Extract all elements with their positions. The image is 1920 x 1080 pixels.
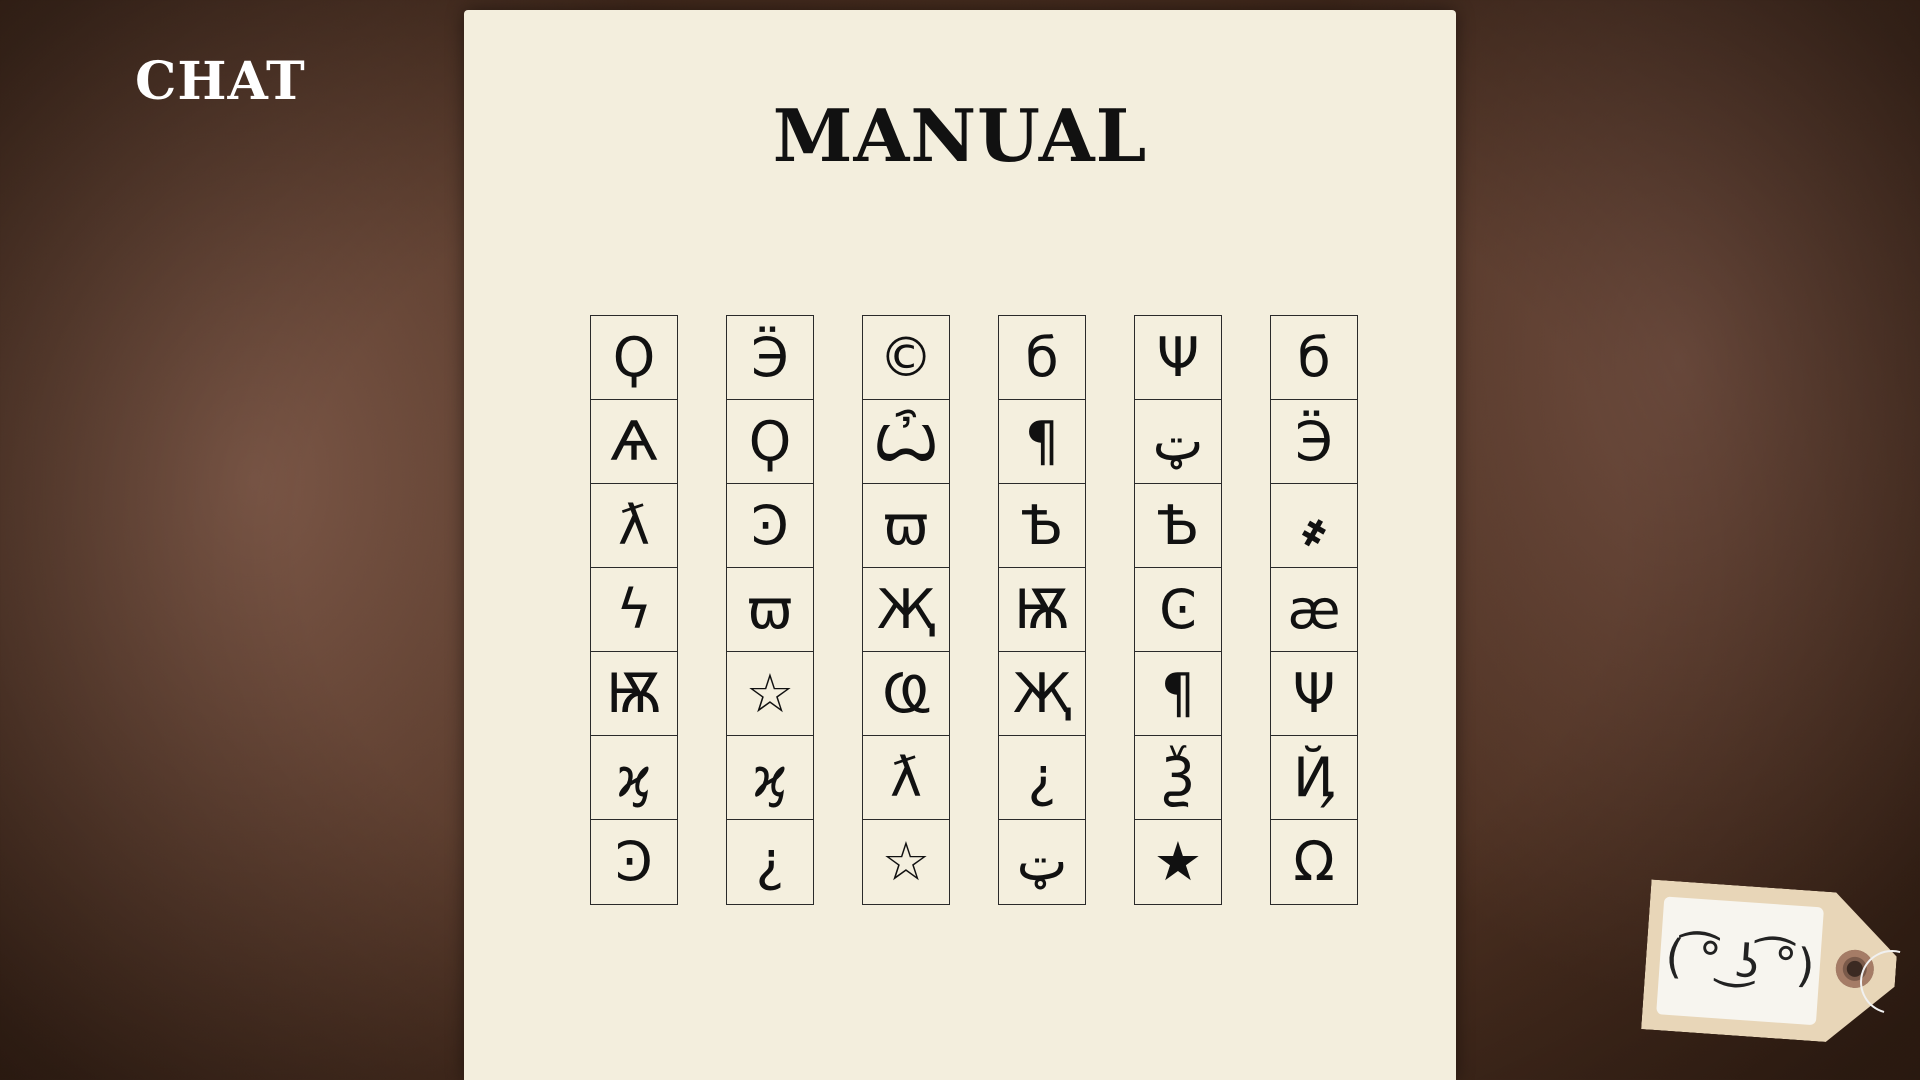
symbol-cell: ¶	[999, 400, 1085, 484]
symbol-cell: ϗ	[727, 736, 813, 820]
symbol-cell: ϟ	[591, 568, 677, 652]
symbol-column-5: Ψ ټ Ѣ Ͼ ¶ Ѯ ★	[1134, 315, 1222, 905]
symbol-cell: ¿	[755, 830, 785, 893]
lenny-face: ( ͡° ͜ʖ ͡°)	[1656, 896, 1824, 1026]
symbol-cell: ★	[1153, 830, 1203, 893]
symbol-cell: Ѯ	[1135, 736, 1221, 820]
symbol-cell: Ҩ	[863, 652, 949, 736]
symbol-column-2: Ӭ Ϙ Ͽ ϖ ☆ ϗ ¿	[726, 315, 814, 905]
symbol-cell: Ϙ	[591, 316, 677, 400]
symbol-column-3: © Ѽ ϖ Җ Ҩ ƛ ☆	[862, 315, 950, 905]
symbol-cell: æ	[1271, 568, 1357, 652]
symbol-cell: ¿	[999, 736, 1085, 820]
symbol-cell: ƛ	[863, 736, 949, 820]
symbol-cell: Җ	[863, 568, 949, 652]
symbol-cell: Ӭ	[1271, 400, 1357, 484]
symbol-cell: Ψ	[1271, 652, 1357, 736]
symbol-cell: б	[1271, 316, 1357, 400]
symbol-column-4: б ¶ Ѣ Ѭ Җ ¿ ټ	[998, 315, 1086, 905]
symbol-cell: Ҋ	[1271, 736, 1357, 820]
lenny-tag[interactable]: ( ͡° ͜ʖ ͡°)	[1641, 879, 1901, 1046]
chat-button[interactable]: CHAT	[135, 56, 306, 108]
symbol-cell: ϖ	[727, 568, 813, 652]
symbol-cell: ƛ	[591, 484, 677, 568]
symbol-cell: Ω	[1293, 830, 1335, 893]
symbol-cell: ☆	[727, 652, 813, 736]
symbol-cell: Ͽ	[615, 830, 653, 893]
symbol-column-6: б Ӭ ҂ æ Ψ Ҋ Ω	[1270, 315, 1358, 905]
symbol-cell: ϖ	[863, 484, 949, 568]
symbol-cell: Ѭ	[999, 568, 1085, 652]
symbol-cell: Ѭ	[591, 652, 677, 736]
symbol-cell: Ѽ	[863, 400, 949, 484]
symbol-cell: ϗ	[591, 736, 677, 820]
symbol-cell: Җ	[999, 652, 1085, 736]
symbol-cell: ©	[863, 316, 949, 400]
symbol-cell: Ѧ	[591, 400, 677, 484]
symbol-column-1: Ϙ Ѧ ƛ ϟ Ѭ ϗ Ͽ	[590, 315, 678, 905]
symbol-cell: Ͽ	[727, 484, 813, 568]
symbol-cell: ټ	[1016, 830, 1068, 893]
manual-title: MANUAL	[772, 93, 1148, 178]
symbol-cell: ҂	[1271, 484, 1357, 568]
symbol-cell: ټ	[1135, 400, 1221, 484]
symbol-cell: Ψ	[1135, 316, 1221, 400]
symbol-cell: б	[999, 316, 1085, 400]
symbol-cell: Ѣ	[1135, 484, 1221, 568]
symbol-cell: ¶	[1135, 652, 1221, 736]
symbol-cell: Ϙ	[727, 400, 813, 484]
symbol-cell: Ѣ	[999, 484, 1085, 568]
symbol-cell: Ͼ	[1135, 568, 1221, 652]
symbol-cell: ☆	[881, 830, 931, 893]
manual-page: MANUAL Ϙ Ѧ ƛ ϟ Ѭ ϗ Ͽ Ӭ Ϙ Ͽ ϖ ☆ ϗ ¿ © Ѽ ϖ…	[464, 10, 1456, 1080]
symbol-cell: Ӭ	[727, 316, 813, 400]
